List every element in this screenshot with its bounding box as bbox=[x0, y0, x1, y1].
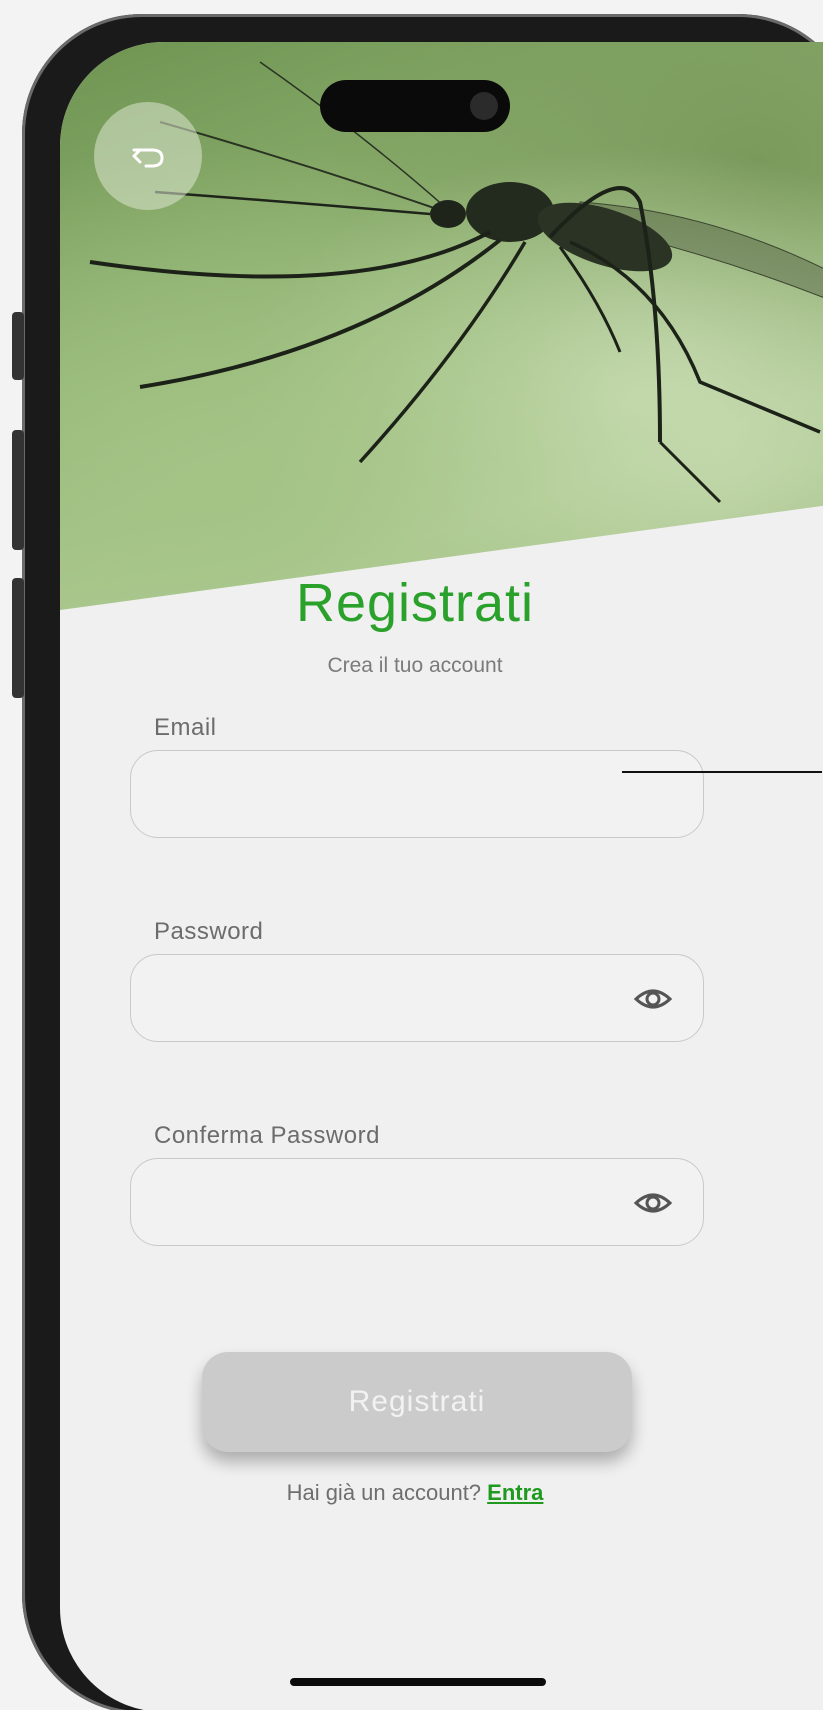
phone-screen: Registrati Crea il tuo account Email Pas… bbox=[60, 42, 823, 1710]
page-subtitle: Crea il tuo account bbox=[327, 654, 503, 677]
password-label: Password bbox=[154, 918, 264, 945]
confirm-password-label: Conferma Password bbox=[154, 1122, 380, 1149]
phone-frame: Registrati Crea il tuo account Email Pas… bbox=[22, 14, 823, 1710]
confirm-password-field[interactable] bbox=[130, 1158, 704, 1246]
phone-mute-button bbox=[12, 312, 24, 380]
eye-icon[interactable] bbox=[633, 1185, 673, 1221]
page-title: Registrati bbox=[295, 573, 535, 633]
home-indicator bbox=[290, 1678, 546, 1686]
phone-volume-up-button bbox=[12, 430, 24, 550]
eye-icon[interactable] bbox=[633, 981, 673, 1017]
password-field[interactable] bbox=[130, 954, 704, 1042]
phone-volume-down-button bbox=[12, 578, 24, 698]
camera-icon bbox=[470, 92, 498, 120]
login-prompt: Hai già un account? Entra bbox=[60, 1480, 770, 1506]
login-prompt-text: Hai già un account? bbox=[286, 1480, 482, 1505]
email-field[interactable] bbox=[130, 750, 704, 838]
register-button[interactable]: Registrati bbox=[202, 1352, 632, 1452]
page: Registrati Crea il tuo account Email Pas… bbox=[0, 0, 823, 1710]
dynamic-island bbox=[320, 80, 510, 132]
login-link[interactable]: Entra bbox=[487, 1480, 543, 1505]
annotation-pointer-line bbox=[622, 771, 822, 773]
undo-arrow-icon bbox=[132, 148, 164, 168]
email-label: Email bbox=[154, 714, 217, 741]
back-button[interactable] bbox=[94, 102, 202, 210]
